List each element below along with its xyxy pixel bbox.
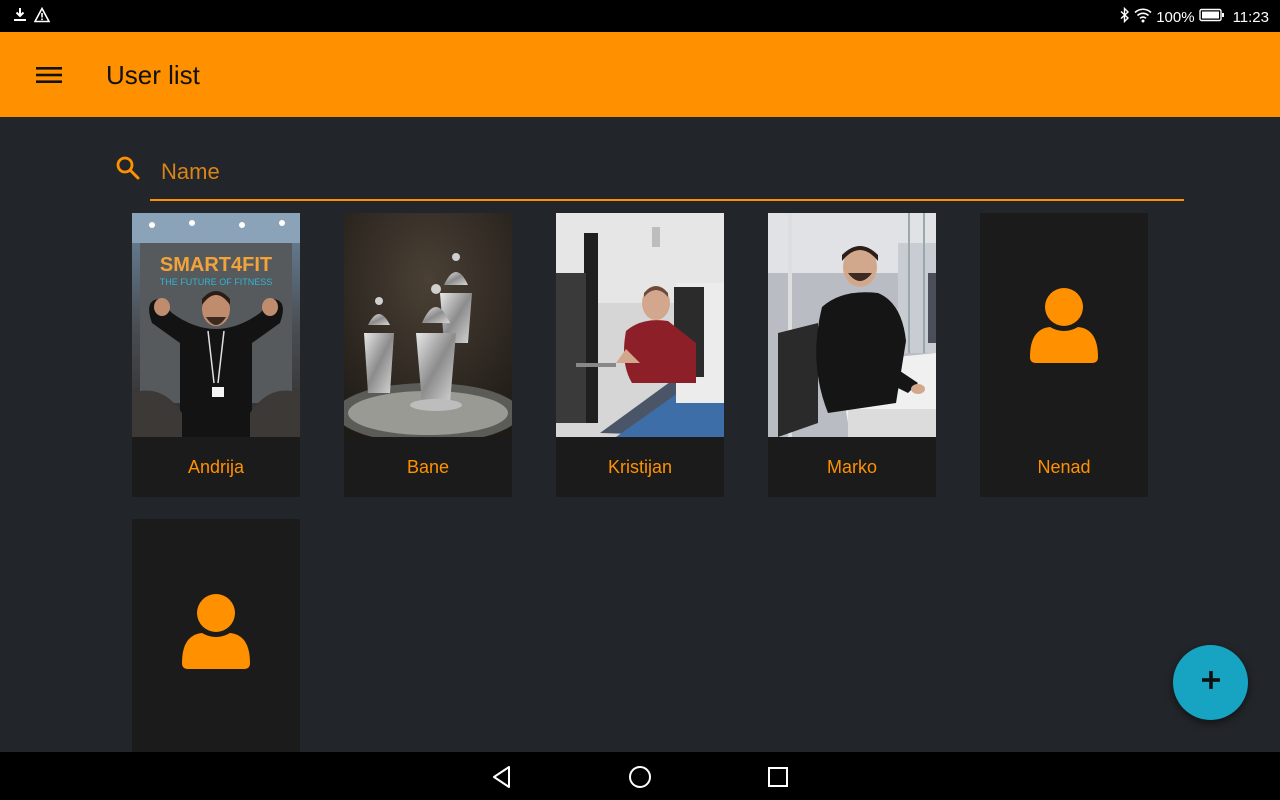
user-card-andrija[interactable]: SMART4FIT THE FUTURE OF FITNESS Andrija [132, 213, 300, 497]
search-input[interactable] [150, 145, 1184, 201]
hamburger-menu-icon[interactable] [26, 52, 72, 98]
plus-icon [1201, 670, 1221, 695]
download-icon [12, 7, 28, 27]
user-card-marko[interactable]: Marko [768, 213, 936, 497]
search-bar [110, 145, 1185, 201]
user-card-bane[interactable]: Bane [344, 213, 512, 497]
user-name: Nenad [1037, 457, 1091, 477]
battery-percentage: 100% [1156, 8, 1195, 26]
recents-icon[interactable] [765, 764, 791, 790]
user-name: Bane [406, 457, 450, 477]
user-card-nenad[interactable]: Nenad [980, 213, 1148, 497]
user-photo [556, 213, 724, 437]
user-photo: SMART4FIT THE FUTURE OF FITNESS [132, 213, 300, 437]
user-name: Marko [826, 457, 877, 477]
add-user-button[interactable] [1173, 645, 1248, 720]
user-placeholder-icon [1028, 285, 1100, 370]
user-card-kristijan[interactable]: Kristijan [556, 213, 724, 497]
page-title: User list [106, 60, 200, 90]
wifi-icon [1134, 7, 1152, 27]
status-bar: 100% 11:23 [0, 0, 1280, 32]
user-name: Kristijan [607, 457, 673, 477]
app-bar: User list [0, 32, 1280, 117]
back-icon[interactable] [489, 764, 515, 790]
bluetooth-icon [1120, 6, 1130, 27]
user-card-unnamed[interactable] [132, 519, 300, 752]
navigation-bar [0, 752, 1280, 800]
warning-icon [33, 6, 51, 27]
clock: 11:23 [1232, 8, 1269, 26]
banner-text: SMART4FIT [160, 254, 272, 276]
user-placeholder-icon [180, 591, 252, 676]
user-photo [344, 213, 512, 437]
banner-subtext: THE FUTURE OF FITNESS [160, 277, 273, 287]
user-name: Andrija [187, 457, 245, 477]
home-icon[interactable] [627, 764, 653, 790]
user-photo [768, 213, 936, 437]
search-icon[interactable] [115, 155, 141, 186]
battery-icon [1198, 8, 1225, 26]
